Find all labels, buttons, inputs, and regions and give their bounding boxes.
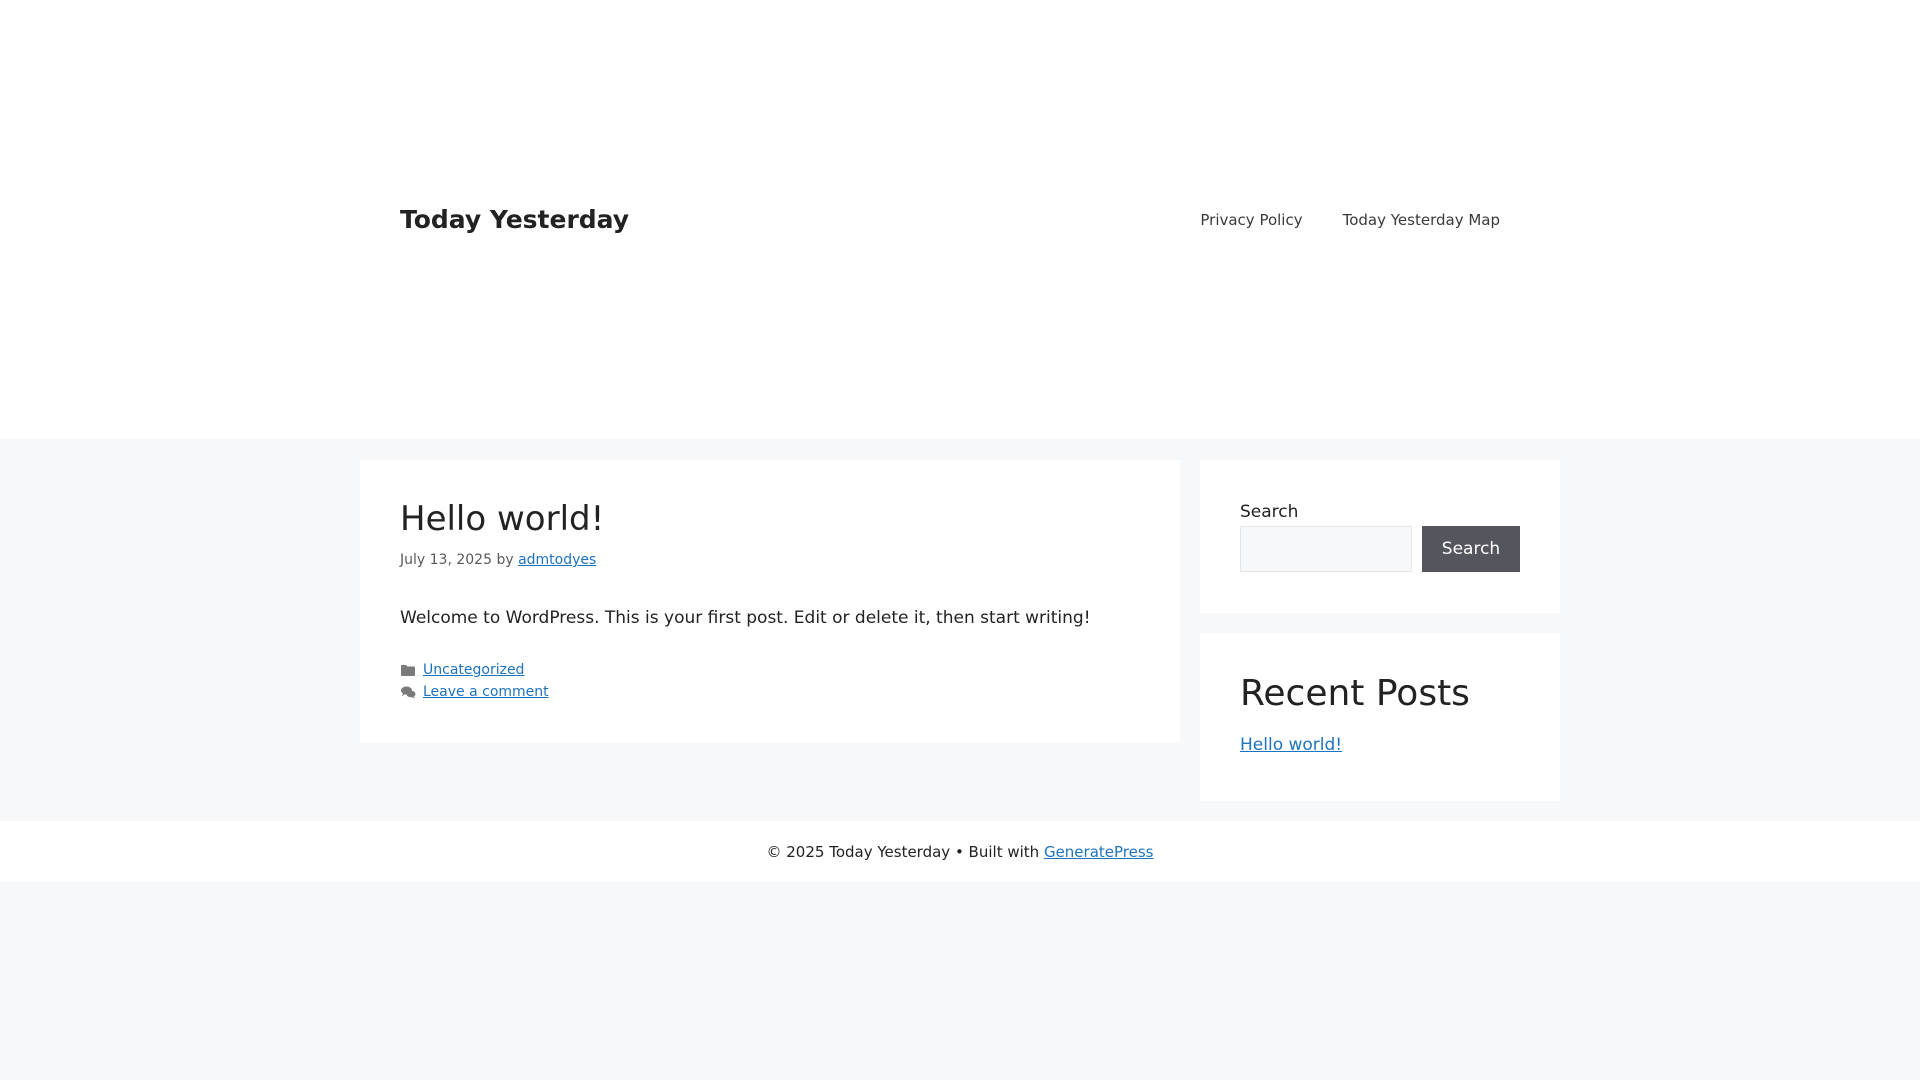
leave-comment-link[interactable]: Leave a comment [423,682,549,702]
footer-copyright: © 2025 Today Yesterday • Built with [766,842,1040,861]
search-widget: Search Search [1200,460,1560,613]
site-header: Today Yesterday Privacy Policy Today Yes… [0,0,1920,439]
post-category-link[interactable]: Uncategorized [423,660,524,680]
search-input[interactable] [1240,526,1412,572]
post-content: Welcome to WordPress. This is your first… [400,608,1091,628]
post-comment-row: Leave a comment [400,682,549,702]
comments-icon [400,685,416,699]
footer-theme-link[interactable]: GeneratePress [1044,843,1154,861]
main-navigation: Privacy Policy Today Yesterday Map [1180,205,1520,235]
site-footer: © 2025 Today Yesterday • Built with Gene… [0,821,1920,882]
post-category-row: Uncategorized [400,660,524,680]
post-card: Hello world! July 13, 2025 by admtodyes … [360,460,1180,743]
recent-posts-widget: Recent Posts Hello world! [1200,633,1560,801]
post-title[interactable]: Hello world! [400,497,604,541]
nav-link-privacy-policy[interactable]: Privacy Policy [1180,205,1322,235]
folder-icon [400,663,416,677]
search-label: Search [1240,502,1299,522]
post-by-label: by [496,552,514,568]
search-button[interactable]: Search [1422,526,1520,572]
recent-posts-title: Recent Posts [1240,673,1470,714]
post-meta: July 13, 2025 by admtodyes [400,550,596,570]
recent-post-link[interactable]: Hello world! [1240,733,1342,757]
post-author-link[interactable]: admtodyes [518,552,596,568]
nav-link-today-yesterday-map[interactable]: Today Yesterday Map [1323,205,1520,235]
post-date[interactable]: July 13, 2025 [400,552,492,568]
site-title[interactable]: Today Yesterday [400,202,629,238]
